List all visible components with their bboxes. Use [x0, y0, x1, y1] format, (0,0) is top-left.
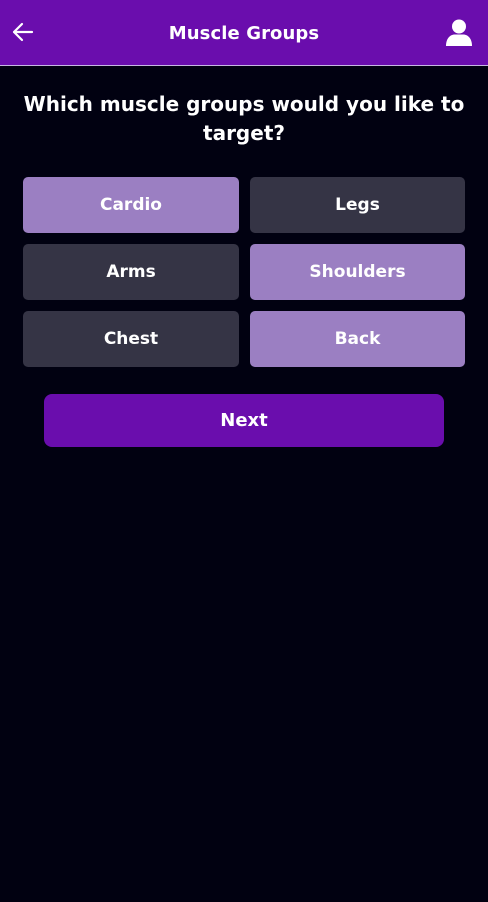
- page-title: Muscle Groups: [168, 22, 320, 44]
- muscle-group-options: Cardio Legs Arms Shoulders Chest Back: [23, 177, 465, 367]
- option-cardio-button[interactable]: Cardio: [23, 177, 239, 233]
- user-icon: [446, 19, 472, 46]
- option-legs-button[interactable]: Legs: [250, 177, 465, 233]
- option-shoulders-button[interactable]: Shoulders: [250, 244, 465, 300]
- profile-button[interactable]: [444, 16, 474, 48]
- option-chest-button[interactable]: Chest: [23, 311, 239, 367]
- question-heading: Which muscle groups would you like to ta…: [23, 92, 465, 145]
- app-screen: Muscle Groups Which muscle groups would …: [0, 0, 488, 902]
- top-app-bar: Muscle Groups: [0, 0, 488, 66]
- next-button[interactable]: Next: [44, 394, 444, 447]
- option-back-button[interactable]: Back: [250, 311, 465, 367]
- option-arms-button[interactable]: Arms: [23, 244, 239, 300]
